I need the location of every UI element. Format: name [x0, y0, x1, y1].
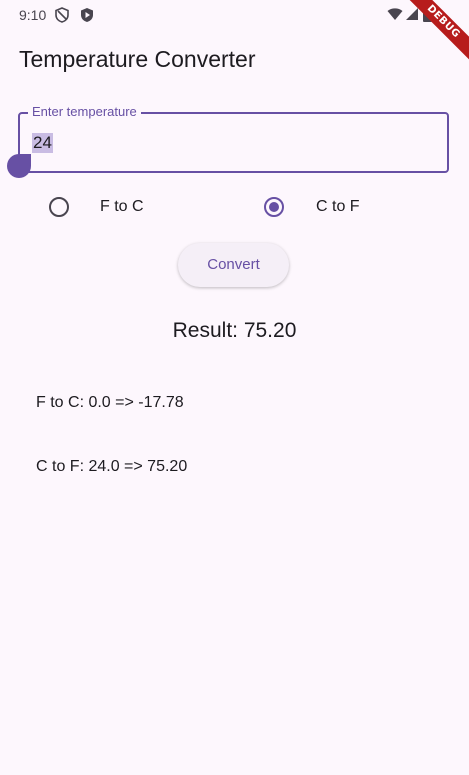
- temperature-input-label: Enter temperature: [28, 104, 141, 119]
- wifi-icon: [387, 7, 403, 26]
- temperature-input[interactable]: [18, 112, 449, 173]
- play-protect-icon: [80, 7, 94, 28]
- radio-c-to-f[interactable]: [264, 197, 284, 217]
- temperature-input-value[interactable]: 24: [32, 133, 53, 153]
- signal-icon: [405, 7, 419, 26]
- history-item: C to F: 24.0 => 75.20: [36, 458, 188, 475]
- shield-icon: [55, 7, 69, 28]
- page-title: Temperature Converter: [19, 46, 256, 72]
- history-item: F to C: 0.0 => -17.78: [36, 394, 184, 411]
- result-text: Result: 75.20: [172, 319, 297, 342]
- radio-f-to-c-label[interactable]: F to C: [100, 198, 144, 216]
- status-time: 9:10: [19, 7, 47, 23]
- app-screen: 9:10 DEBUG Temperature Converter Enter t…: [0, 0, 469, 775]
- status-bar: 9:10: [0, 0, 469, 32]
- convert-button[interactable]: Convert: [178, 243, 289, 287]
- text-selection-handle[interactable]: [7, 154, 31, 178]
- radio-c-to-f-label[interactable]: C to F: [316, 198, 360, 216]
- radio-f-to-c[interactable]: [49, 197, 69, 217]
